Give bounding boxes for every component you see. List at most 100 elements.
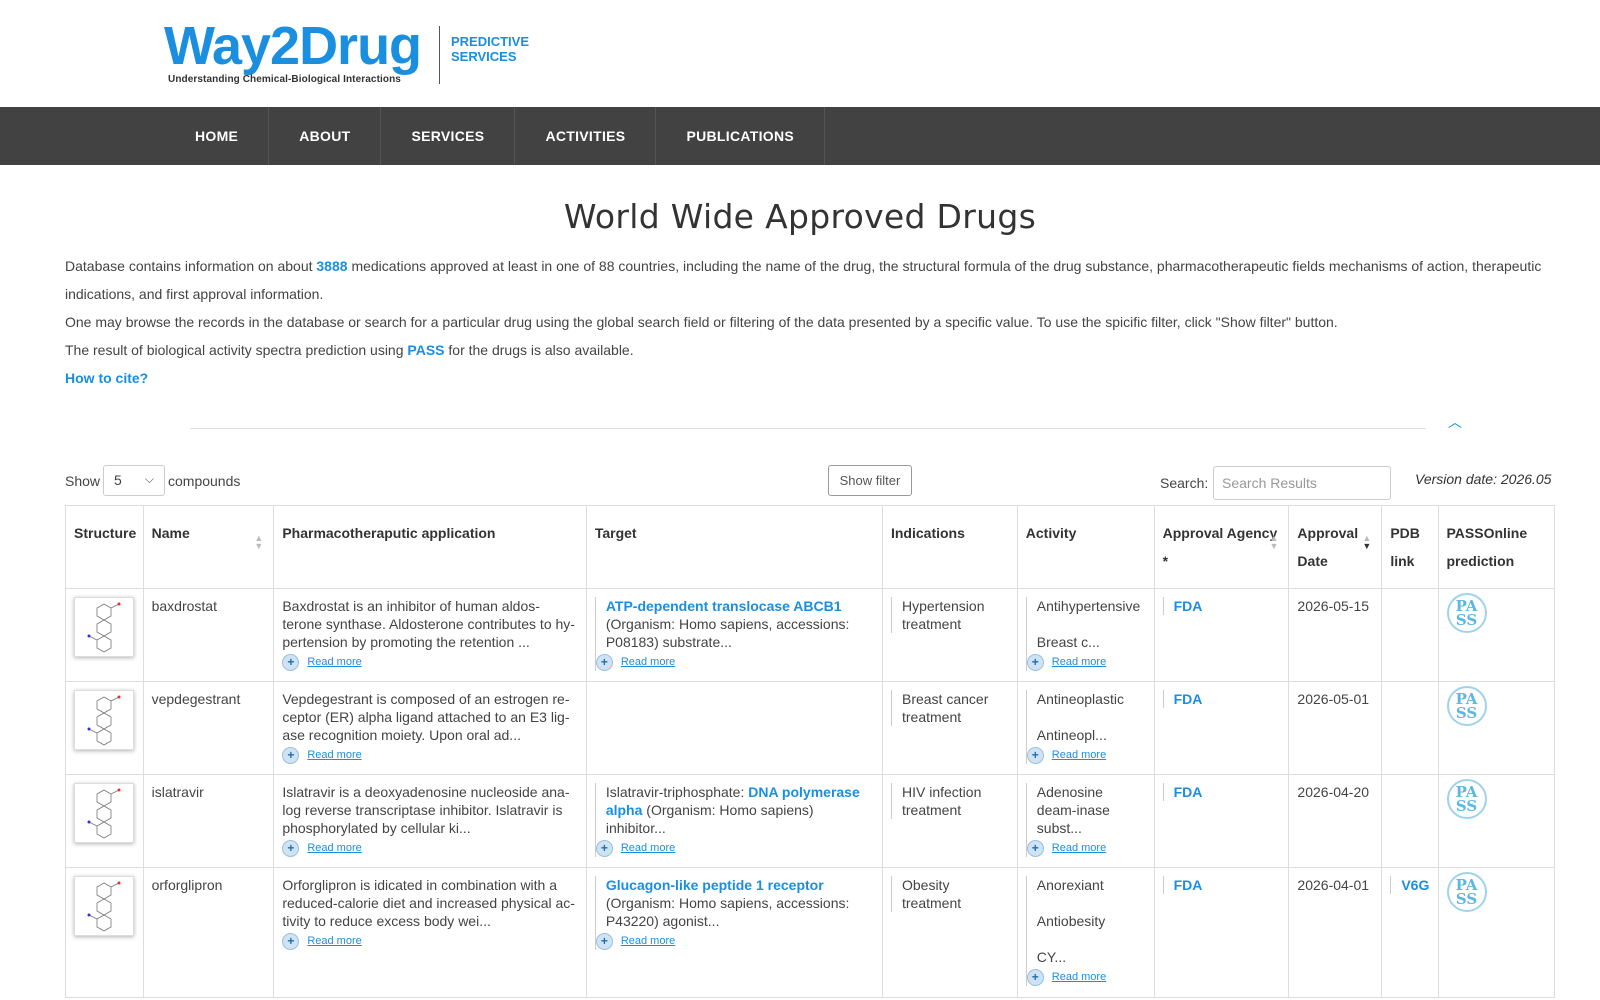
- plus-icon: +: [282, 932, 300, 950]
- agency-link[interactable]: FDA: [1174, 784, 1203, 800]
- chevron-up-icon[interactable]: ︿: [1447, 414, 1463, 430]
- drug-name: baxdrostat: [142, 588, 275, 682]
- pdb-cell: [1381, 774, 1439, 868]
- read-more-button[interactable]: + Read more: [595, 839, 874, 857]
- pass-prediction-icon[interactable]: PA SS: [1446, 593, 1487, 633]
- pass-icon-text: PA SS: [1455, 783, 1478, 815]
- search-input[interactable]: Search Results: [1213, 466, 1391, 500]
- logo-tagline-line1: PREDICTIVE: [451, 34, 530, 49]
- activity-item: Antineopl...: [1036, 727, 1107, 743]
- site-header: Way2Drug PREDICTIVE SERVICES Understandi…: [0, 0, 1600, 107]
- structure-image[interactable]: [74, 783, 134, 843]
- intro-paragraph-1: Database contains information on about 3…: [65, 252, 1555, 308]
- pharma-text: Baxdrostat is an inhibitor of human aldo…: [282, 598, 575, 650]
- agency-cell: FDA: [1153, 774, 1290, 868]
- target-text: (Organism: Homo sapiens, accessions: P43…: [605, 895, 850, 929]
- plus-icon: +: [595, 839, 613, 857]
- structure-image[interactable]: [74, 690, 134, 750]
- pass-cell: PA SS: [1437, 588, 1555, 682]
- activity-item: Breast c...: [1036, 634, 1100, 650]
- approval-date: 2026-05-01: [1288, 681, 1383, 775]
- indication-text: HIV infection treatment: [890, 783, 1009, 819]
- agency-cell: FDA: [1153, 867, 1290, 998]
- col-name[interactable]: Name ▲ ▼: [142, 505, 275, 589]
- agency-link[interactable]: FDA: [1174, 691, 1203, 707]
- pdb-link[interactable]: V6G: [1401, 877, 1429, 893]
- read-more-label: Read more: [307, 842, 362, 854]
- target-block: Glucagon-like peptide 1 receptor (Organi…: [594, 876, 874, 950]
- col-agency-label: Approval Agency *: [1162, 525, 1278, 569]
- structure-cell: [65, 867, 144, 998]
- nav-services[interactable]: SERVICES: [381, 107, 516, 165]
- logo-tagline-line2: SERVICES: [451, 49, 517, 64]
- col-agency[interactable]: Approval Agency * ▲ ▼: [1153, 505, 1290, 589]
- read-more-label: Read more: [1051, 842, 1107, 854]
- plus-icon: +: [282, 746, 300, 764]
- pass-cell: PA SS: [1437, 774, 1555, 868]
- read-more-label: Read more: [620, 656, 676, 668]
- pharma-cell: Orforglipron is idicated in combination …: [273, 867, 587, 998]
- search-label: Search:: [1160, 475, 1209, 491]
- main-nav: HOME ABOUT SERVICES ACTIVITIES PUBLICATI…: [0, 107, 1600, 165]
- read-more-button[interactable]: + Read more: [1026, 968, 1146, 986]
- col-pharma: Pharmacotheraputic application: [273, 505, 587, 589]
- read-more-button[interactable]: + Read more: [282, 746, 578, 764]
- read-more-button[interactable]: + Read more: [1026, 746, 1146, 764]
- col-pass: PASSOnline prediction: [1437, 505, 1555, 589]
- nav-activities[interactable]: ACTIVITIES: [515, 107, 657, 165]
- page-length-select[interactable]: 5 ⌵: [103, 465, 165, 496]
- target-text: (Organism: Homo sapiens, accessions: P08…: [605, 616, 850, 650]
- pass-icon-text: PA SS: [1455, 597, 1478, 629]
- plus-icon: +: [282, 839, 300, 857]
- indications-cell: Obesity treatment: [881, 867, 1018, 998]
- activity-item: Antihypertensive: [1036, 598, 1141, 614]
- nav-home[interactable]: HOME: [165, 107, 270, 165]
- read-more-button[interactable]: + Read more: [595, 932, 874, 950]
- read-more-button[interactable]: + Read more: [282, 653, 578, 671]
- pharma-text: Islatravir is a deoxyadenosine nucleosid…: [282, 784, 570, 836]
- nav-about[interactable]: ABOUT: [269, 107, 382, 165]
- how-to-cite-link[interactable]: How to cite?: [65, 370, 148, 386]
- read-more-label: Read more: [1051, 971, 1107, 983]
- indication-text: Hypertension treatment: [890, 597, 1009, 633]
- target-link[interactable]: Glucagon-like peptide 1 receptor: [606, 877, 824, 893]
- activity-cell: Antihypertensive Breast c... + Read more: [1016, 588, 1155, 682]
- activity-item: CY...: [1036, 949, 1067, 965]
- nav-publications[interactable]: PUBLICATIONS: [656, 107, 826, 165]
- read-more-button[interactable]: + Read more: [282, 839, 578, 857]
- pass-prediction-icon[interactable]: PA SS: [1446, 686, 1487, 726]
- activity-item: Antiobesity: [1036, 913, 1106, 929]
- activity-list: Antineoplastic Antineopl... + Read more: [1025, 690, 1146, 764]
- agency-link[interactable]: FDA: [1174, 598, 1203, 614]
- agency-link[interactable]: FDA: [1174, 877, 1203, 893]
- read-more-button[interactable]: + Read more: [1026, 653, 1146, 671]
- indications-cell: Breast cancer treatment: [881, 681, 1018, 775]
- target-block: ATP-dependent translocase ABCB1 (Organis…: [594, 597, 874, 671]
- pharma-text: Orforglipron is idicated in combination …: [282, 877, 575, 929]
- plus-icon: +: [1026, 839, 1044, 857]
- pass-prediction-icon[interactable]: PA SS: [1446, 872, 1487, 912]
- read-more-button[interactable]: + Read more: [595, 653, 874, 671]
- plus-icon: +: [1026, 968, 1044, 986]
- target-link[interactable]: ATP-dependent translocase ABCB1: [606, 598, 842, 614]
- drug-count-link[interactable]: 3888: [316, 258, 347, 274]
- pass-icon-text: PA SS: [1455, 690, 1478, 722]
- activity-cell: Anorexiant Antiobesity CY... + Read more: [1016, 867, 1155, 998]
- structure-image[interactable]: [74, 876, 134, 936]
- plus-icon: +: [1026, 746, 1044, 764]
- pass-prediction-icon[interactable]: PA SS: [1446, 779, 1487, 819]
- structure-image[interactable]: [74, 597, 134, 657]
- show-filter-button[interactable]: Show filter: [828, 465, 912, 496]
- logo-tagline: PREDICTIVE SERVICES: [451, 34, 529, 64]
- col-date[interactable]: Approval Date ▲ ▼: [1288, 505, 1383, 589]
- molecule-icon: [87, 788, 121, 839]
- read-more-button[interactable]: + Read more: [1026, 839, 1146, 857]
- read-more-button[interactable]: + Read more: [282, 932, 578, 950]
- way2drug-logo[interactable]: Way2Drug PREDICTIVE SERVICES Understandi…: [164, 18, 544, 90]
- pass-link[interactable]: PASS: [407, 342, 444, 358]
- approval-date: 2026-04-01: [1288, 867, 1383, 998]
- pdb-cell: V6G: [1381, 867, 1439, 998]
- table-controls: Show 5 ⌵ compounds Show filter Search: S…: [65, 465, 1555, 500]
- chevron-down-icon: ⌵: [144, 472, 154, 486]
- activity-list: Adenosine deam-inase subst... + Read more: [1025, 783, 1146, 857]
